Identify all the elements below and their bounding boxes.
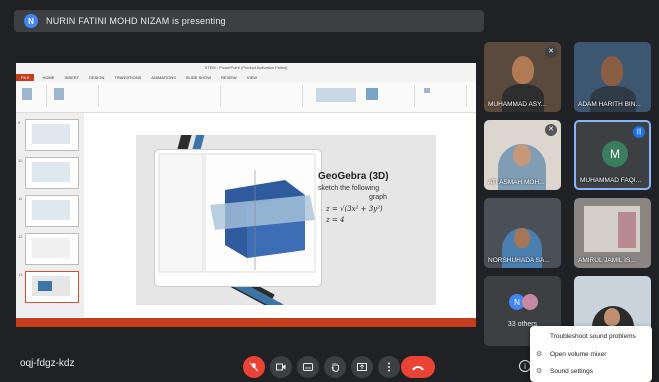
geogebra-screenshot bbox=[154, 149, 322, 287]
new-slide-icon bbox=[54, 88, 64, 100]
participant-name: ATI ASMAH MOH... bbox=[488, 179, 545, 186]
menu-item-label: Sound settings bbox=[550, 367, 594, 375]
camera-icon bbox=[276, 363, 286, 371]
participant-name: MUHAMMAD FAQI... bbox=[580, 177, 642, 184]
arrange-icon bbox=[366, 88, 378, 100]
menu-item-label: Open volume mixer bbox=[550, 350, 607, 358]
mic-off-icon: ✕ bbox=[545, 46, 557, 58]
person-torso bbox=[590, 86, 636, 112]
ppt-menu-animations: ANIMATIONS bbox=[151, 75, 176, 80]
paste-icon bbox=[22, 88, 32, 100]
menu-item-troubleshoot[interactable]: Troubleshoot sound problems bbox=[530, 328, 652, 344]
slide-text-line2: graph bbox=[369, 194, 387, 201]
participant-name: MUHAMMAD ASY... bbox=[488, 101, 547, 108]
shapes-gallery-icon bbox=[316, 88, 356, 102]
slide-thumbnail: 12 bbox=[18, 233, 79, 265]
camera-toggle-button[interactable] bbox=[270, 356, 292, 378]
person-face bbox=[601, 56, 623, 86]
room-curtain bbox=[618, 212, 636, 248]
participant-name: AMIRUL JAMIL IS... bbox=[578, 257, 636, 264]
person-face bbox=[512, 56, 534, 84]
ppt-menu-insert: INSERT bbox=[64, 75, 80, 80]
ppt-menu-home: HOME bbox=[42, 75, 55, 80]
meeting-code: oqj-fdgz-kdz bbox=[20, 358, 75, 369]
mic-off-icon: ✕ bbox=[545, 124, 557, 136]
ppt-menu-view: VIEW bbox=[246, 75, 258, 80]
ppt-menu-slideshow: SLIDE SHOW bbox=[185, 75, 212, 80]
ppt-ribbon bbox=[16, 82, 476, 113]
end-call-icon bbox=[412, 365, 424, 370]
present-icon bbox=[357, 363, 367, 371]
ppt-menu-bar: FILE HOME INSERT DESIGN TRANSITIONS ANIM… bbox=[16, 73, 476, 82]
volume-icon: ⚙ bbox=[536, 351, 543, 358]
raise-hand-icon bbox=[331, 363, 339, 372]
slide-text-line1: sketch the following bbox=[318, 185, 380, 192]
geogebra-3d-graph bbox=[158, 153, 316, 273]
menu-item-sound-settings[interactable]: ⚙ Sound settings bbox=[530, 363, 652, 379]
participant-tile[interactable]: ADAM HARITH BIN... bbox=[574, 42, 651, 112]
present-button[interactable] bbox=[351, 356, 373, 378]
sound-options-menu: Troubleshoot sound problems ⚙ Open volum… bbox=[530, 326, 652, 382]
ppt-menu-design: DESIGN bbox=[89, 75, 105, 80]
captions-button[interactable] bbox=[297, 356, 319, 378]
ppt-window-title: STEM - PowerPoint (Product Activation Fa… bbox=[16, 63, 476, 73]
speaking-indicator-icon: ||| bbox=[633, 126, 645, 138]
person-face bbox=[513, 144, 531, 166]
raise-hand-button[interactable] bbox=[324, 356, 346, 378]
ribbon-group-font bbox=[100, 85, 221, 107]
participant-avatar: M bbox=[602, 141, 628, 167]
others-avatar-photo bbox=[522, 294, 538, 310]
slide-thumbnail-selected: 13 bbox=[18, 271, 79, 303]
person-face bbox=[514, 228, 530, 248]
mic-toggle-button[interactable] bbox=[243, 356, 265, 378]
mic-off-icon bbox=[249, 362, 259, 372]
slide-equation-1: z = √(3x² + 3y²) bbox=[326, 205, 383, 213]
menu-item-volume-mixer[interactable]: ⚙ Open volume mixer bbox=[530, 346, 652, 362]
slide-thumbnail: 9 bbox=[18, 119, 79, 151]
participant-name: NORSHUHADA SA... bbox=[488, 257, 550, 264]
find-icon bbox=[424, 88, 430, 93]
ribbon-group-paragraph bbox=[222, 85, 303, 107]
participant-tile[interactable]: ✕ ATI ASMAH MOH... bbox=[484, 120, 561, 190]
participant-tile[interactable]: AMIRUL JAMIL IS... bbox=[574, 198, 651, 268]
participant-tile-speaking[interactable]: M ||| MUHAMMAD FAQI... bbox=[574, 120, 651, 190]
presenting-text: NURIN FATINI MOHD NIZAM is presenting bbox=[46, 16, 226, 26]
ppt-status-bar bbox=[16, 318, 476, 327]
menu-item-label: Troubleshoot sound problems bbox=[550, 332, 636, 340]
person-face bbox=[604, 308, 620, 326]
participant-tile[interactable]: NORSHUHADA SA... bbox=[484, 198, 561, 268]
more-options-button[interactable] bbox=[378, 356, 400, 378]
more-icon bbox=[388, 362, 390, 372]
shared-screen: STEM - PowerPoint (Product Activation Fa… bbox=[16, 63, 476, 327]
end-call-button[interactable] bbox=[401, 356, 435, 378]
slide-equation-2: z = 4 bbox=[326, 216, 345, 224]
ppt-menu-review: REVIEW bbox=[221, 75, 237, 80]
participant-tile[interactable]: ✕ MUHAMMAD ASY... bbox=[484, 42, 561, 112]
slide-thumbnail-panel: 9 10 11 12 13 bbox=[16, 113, 84, 317]
participant-name: ADAM HARITH BIN... bbox=[578, 101, 641, 108]
slide-thumbnail: 11 bbox=[18, 195, 79, 227]
presenter-avatar: N bbox=[24, 14, 38, 28]
ppt-menu-transitions: TRANSITIONS bbox=[114, 75, 142, 80]
captions-icon bbox=[303, 363, 313, 371]
current-slide: GeoGebra (3D) sketch the following graph… bbox=[136, 135, 436, 305]
gear-icon: ⚙ bbox=[536, 368, 543, 375]
slide-title: GeoGebra (3D) bbox=[318, 171, 389, 182]
slide-thumbnail: 10 bbox=[18, 157, 79, 189]
ppt-menu-file: FILE bbox=[16, 74, 35, 81]
presenting-banner: N NURIN FATINI MOHD NIZAM is presenting bbox=[14, 10, 484, 32]
